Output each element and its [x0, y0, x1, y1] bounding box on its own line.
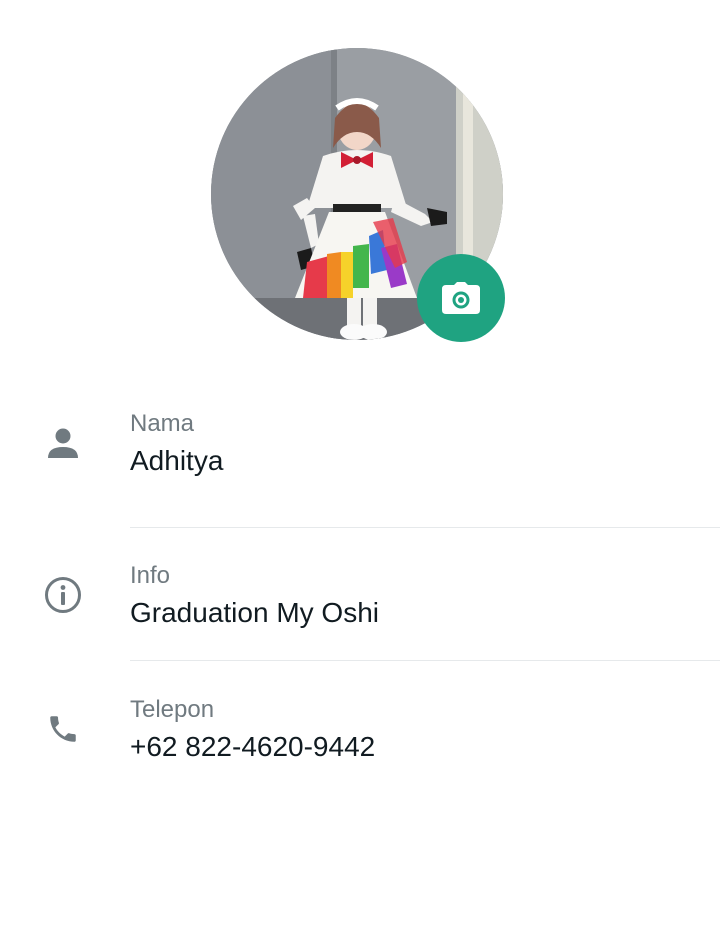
- profile-photo-container: [211, 48, 505, 342]
- divider: [130, 527, 720, 528]
- name-row[interactable]: Nama Adhitya: [0, 398, 720, 528]
- camera-icon: [442, 282, 480, 314]
- change-photo-button[interactable]: [417, 254, 505, 342]
- info-icon: [42, 574, 84, 616]
- phone-label: Telepon: [130, 696, 215, 723]
- phone-value: +62 822-4620-9442: [130, 731, 376, 762]
- person-icon: [42, 422, 84, 464]
- phone-row[interactable]: Telepon +62 822-4620-9442: [0, 686, 720, 776]
- info-label: Info: [130, 562, 171, 589]
- info-value: Graduation My Oshi: [130, 597, 379, 628]
- phone-icon: [42, 708, 84, 750]
- divider: [130, 660, 720, 661]
- name-label: Nama: [130, 410, 195, 437]
- name-value: Adhitya: [130, 445, 224, 476]
- info-row[interactable]: Info Graduation My Oshi: [0, 552, 720, 662]
